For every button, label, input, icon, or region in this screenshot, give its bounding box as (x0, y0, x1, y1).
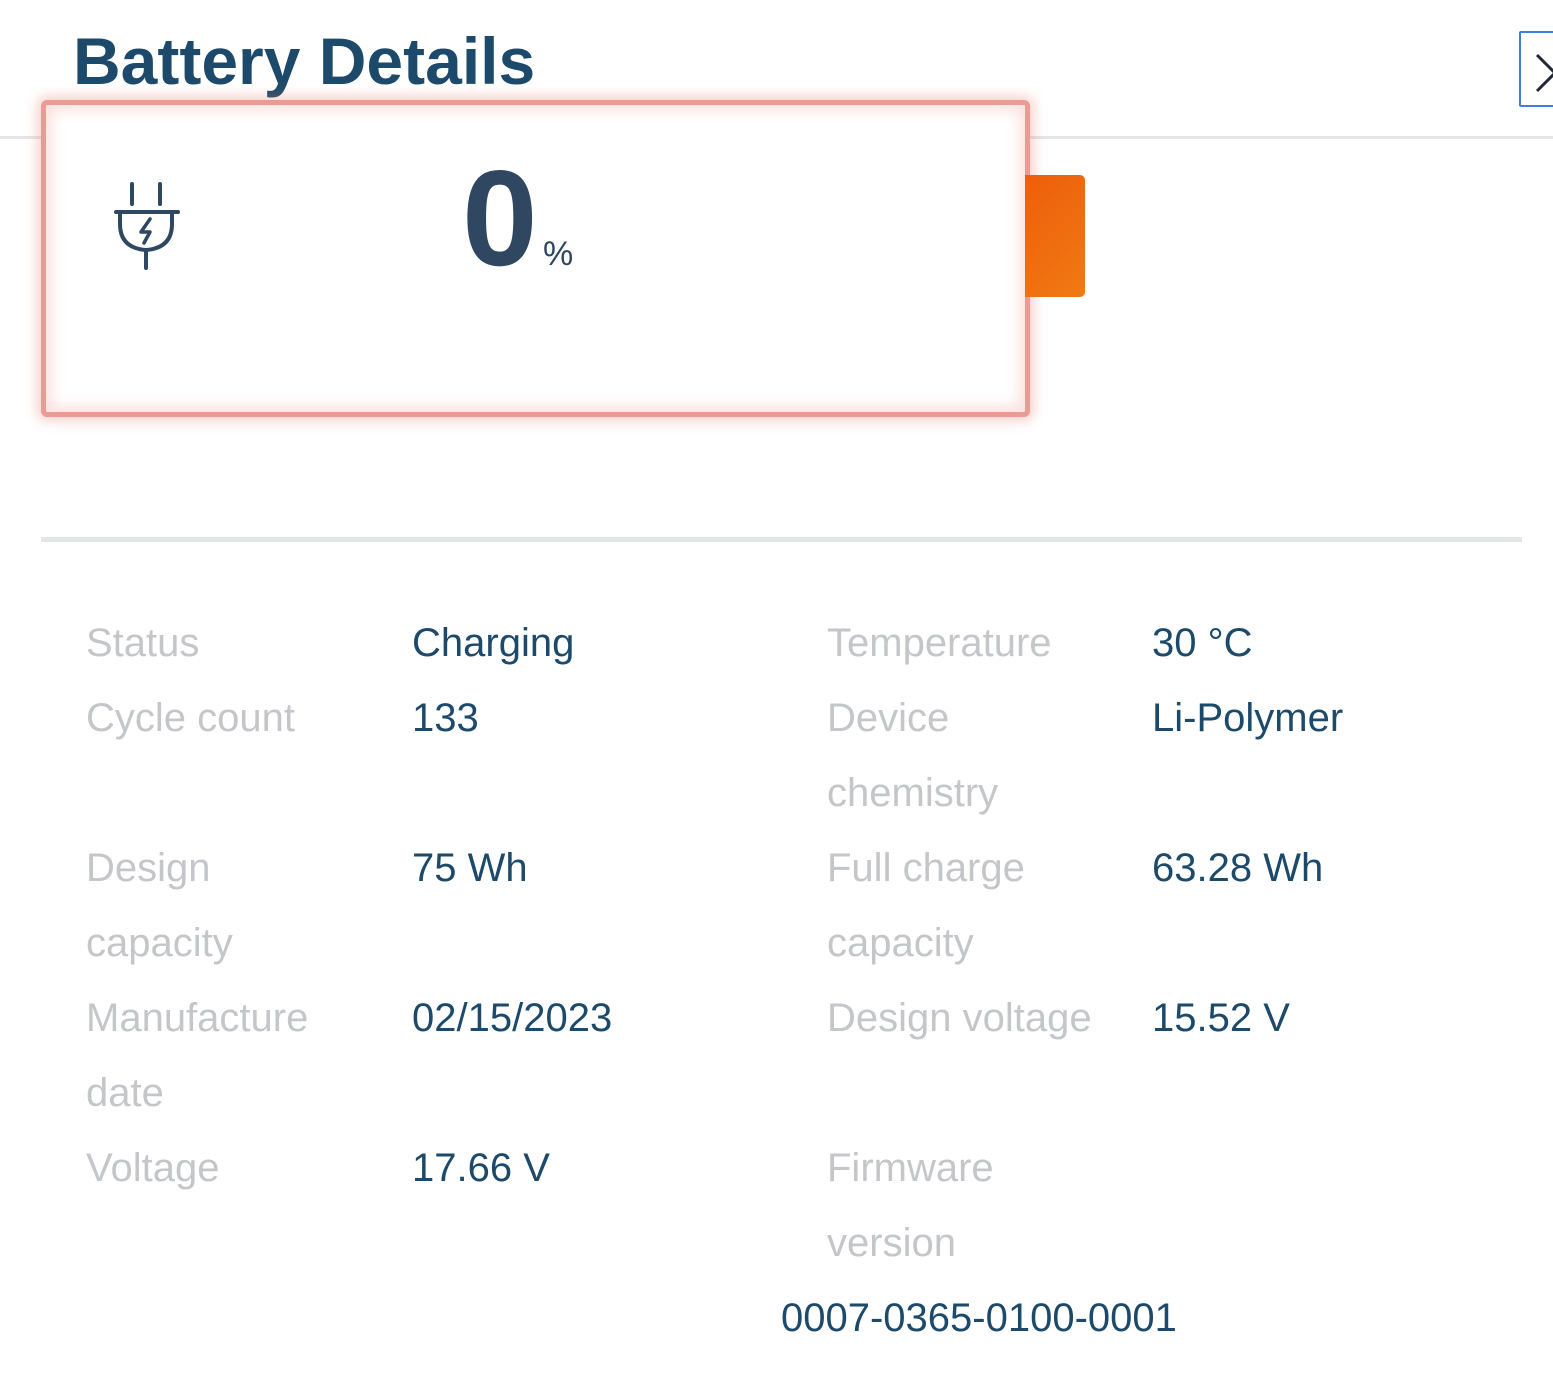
battery-terminal-cap (1025, 175, 1085, 297)
firmware-version-value: 0007-0365-0100-0001 (781, 1296, 1177, 1340)
close-button[interactable] (1519, 31, 1553, 107)
manufacture-date-label-line2: date (86, 1071, 164, 1115)
device-chemistry-label-line2: chemistry (827, 771, 999, 815)
voltage-value: 17.66 V (412, 1146, 550, 1190)
device-chemistry-label-line1: Device (827, 696, 950, 740)
close-icon (1535, 53, 1553, 93)
plug-charging-icon (114, 182, 180, 270)
cycle-count-label: Cycle count (86, 696, 295, 740)
temperature-value: 30 °C (1152, 621, 1253, 665)
full-charge-capacity-label-line2: capacity (827, 921, 974, 965)
battery-percent-value: 0 (462, 142, 538, 294)
design-capacity-value: 75 Wh (412, 846, 528, 890)
design-voltage-value: 15.52 V (1152, 996, 1290, 1040)
design-capacity-label-line1: Design (86, 846, 211, 890)
design-voltage-label: Design voltage (827, 996, 1092, 1040)
firmware-version-label-line2: version (827, 1221, 956, 1265)
voltage-label: Voltage (86, 1146, 220, 1190)
device-chemistry-value: Li-Polymer (1152, 696, 1344, 740)
status-value: Charging (412, 621, 575, 665)
manufacture-date-value: 02/15/2023 (412, 996, 613, 1040)
design-capacity-label-line2: capacity (86, 921, 233, 965)
battery-details-panel: Battery Details 0 % Status Charging Cycl… (0, 0, 1553, 1380)
firmware-version-label-line1: Firmware (827, 1146, 994, 1190)
full-charge-capacity-value: 63.28 Wh (1152, 846, 1324, 890)
temperature-label: Temperature (827, 621, 1052, 665)
cycle-count-value: 133 (412, 696, 479, 740)
section-divider (41, 537, 1522, 542)
full-charge-capacity-label-line1: Full charge (827, 846, 1025, 890)
status-label: Status (86, 621, 200, 665)
page-title: Battery Details (73, 24, 536, 98)
manufacture-date-label-line1: Manufacture (86, 996, 309, 1040)
battery-percent-unit: % (543, 235, 574, 273)
